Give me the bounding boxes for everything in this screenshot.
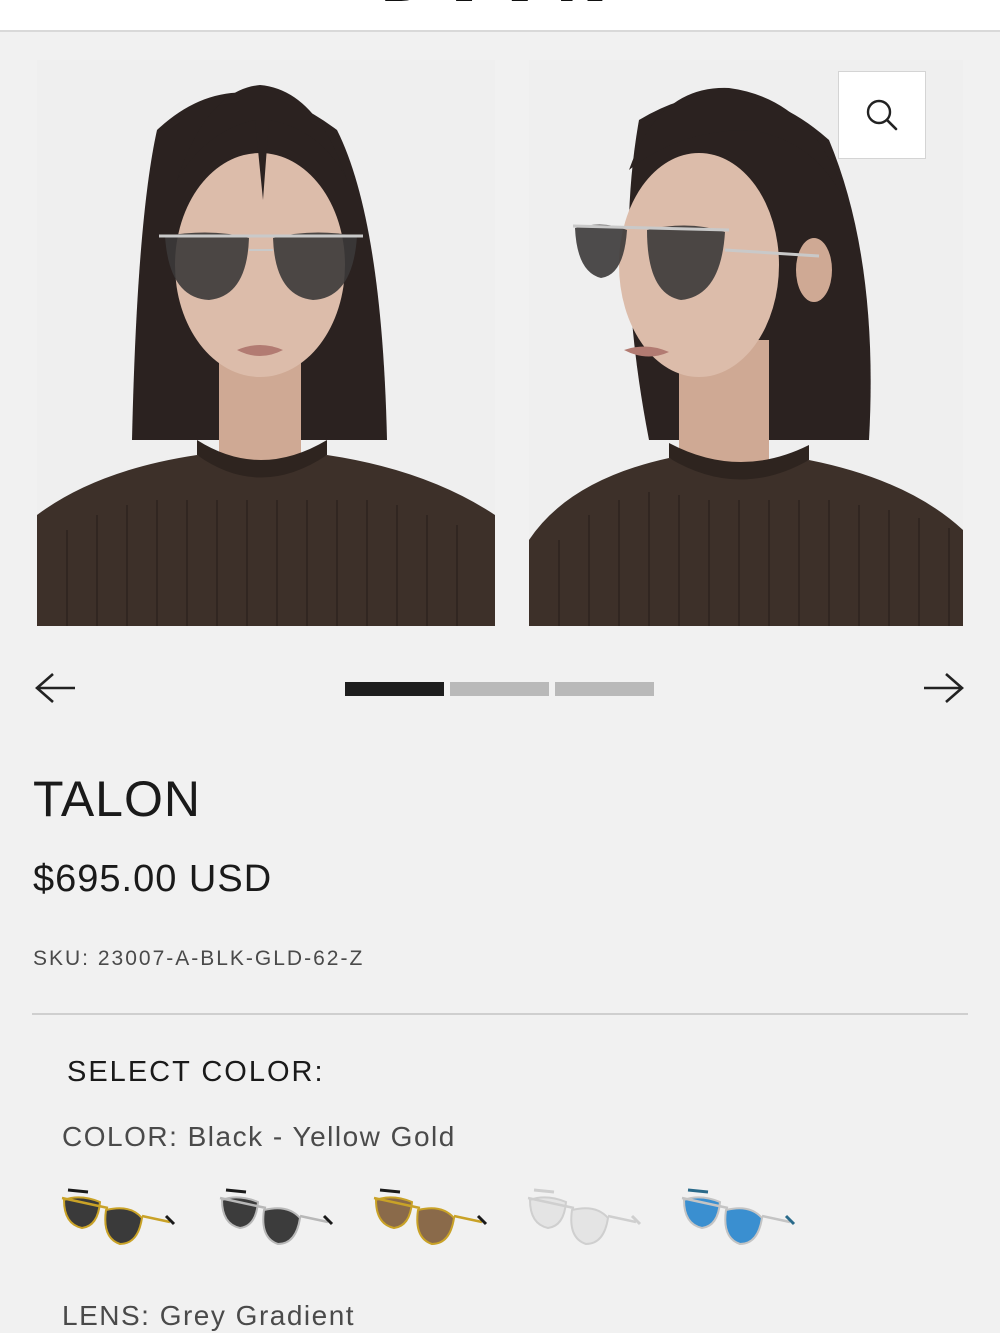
- product-sku: SKU: 23007-A-BLK-GLD-62-Z: [33, 947, 365, 970]
- gallery-dot-1[interactable]: [345, 682, 444, 696]
- product-photo-front[interactable]: [37, 60, 495, 626]
- brand-logo[interactable]: DITA: [340, 0, 670, 11]
- selected-lens-label: LENS: Grey Gradient: [62, 1300, 356, 1331]
- sunglasses-thumbnail-icon: [681, 1188, 796, 1246]
- color-swatch-black-silver[interactable]: [216, 1182, 338, 1254]
- color-swatch-yellow-gold-brown[interactable]: [370, 1182, 492, 1254]
- select-color-heading: SELECT COLOR:: [67, 1056, 325, 1088]
- search-icon: [866, 99, 898, 131]
- zoom-button[interactable]: [838, 71, 926, 159]
- gallery-dot-2[interactable]: [450, 682, 549, 696]
- product-price: $695.00 USD: [33, 858, 273, 900]
- sunglasses-thumbnail-icon: [527, 1188, 642, 1246]
- color-swatch-black-yellow-gold[interactable]: [58, 1182, 180, 1254]
- site-header: DITA: [0, 0, 1000, 32]
- sunglasses-thumbnail-icon: [373, 1188, 488, 1246]
- next-image-button[interactable]: [922, 668, 966, 708]
- sunglasses-thumbnail-icon: [219, 1188, 334, 1246]
- sunglasses-thumbnail-icon: [61, 1188, 176, 1246]
- selected-color-label: COLOR: Black - Yellow Gold: [62, 1121, 456, 1152]
- gallery-pagination: [345, 682, 654, 696]
- arrow-right-icon: [924, 673, 964, 703]
- color-swatch-silver-clear[interactable]: [524, 1182, 646, 1254]
- product-title: TALON: [33, 771, 201, 827]
- color-swatches: [58, 1182, 838, 1254]
- gallery-dot-3[interactable]: [555, 682, 654, 696]
- section-divider: [32, 1013, 968, 1015]
- arrow-left-icon: [35, 673, 75, 703]
- color-swatch-silver-blue[interactable]: [678, 1182, 800, 1254]
- previous-image-button[interactable]: [33, 668, 77, 708]
- model-front-illustration: [37, 60, 495, 626]
